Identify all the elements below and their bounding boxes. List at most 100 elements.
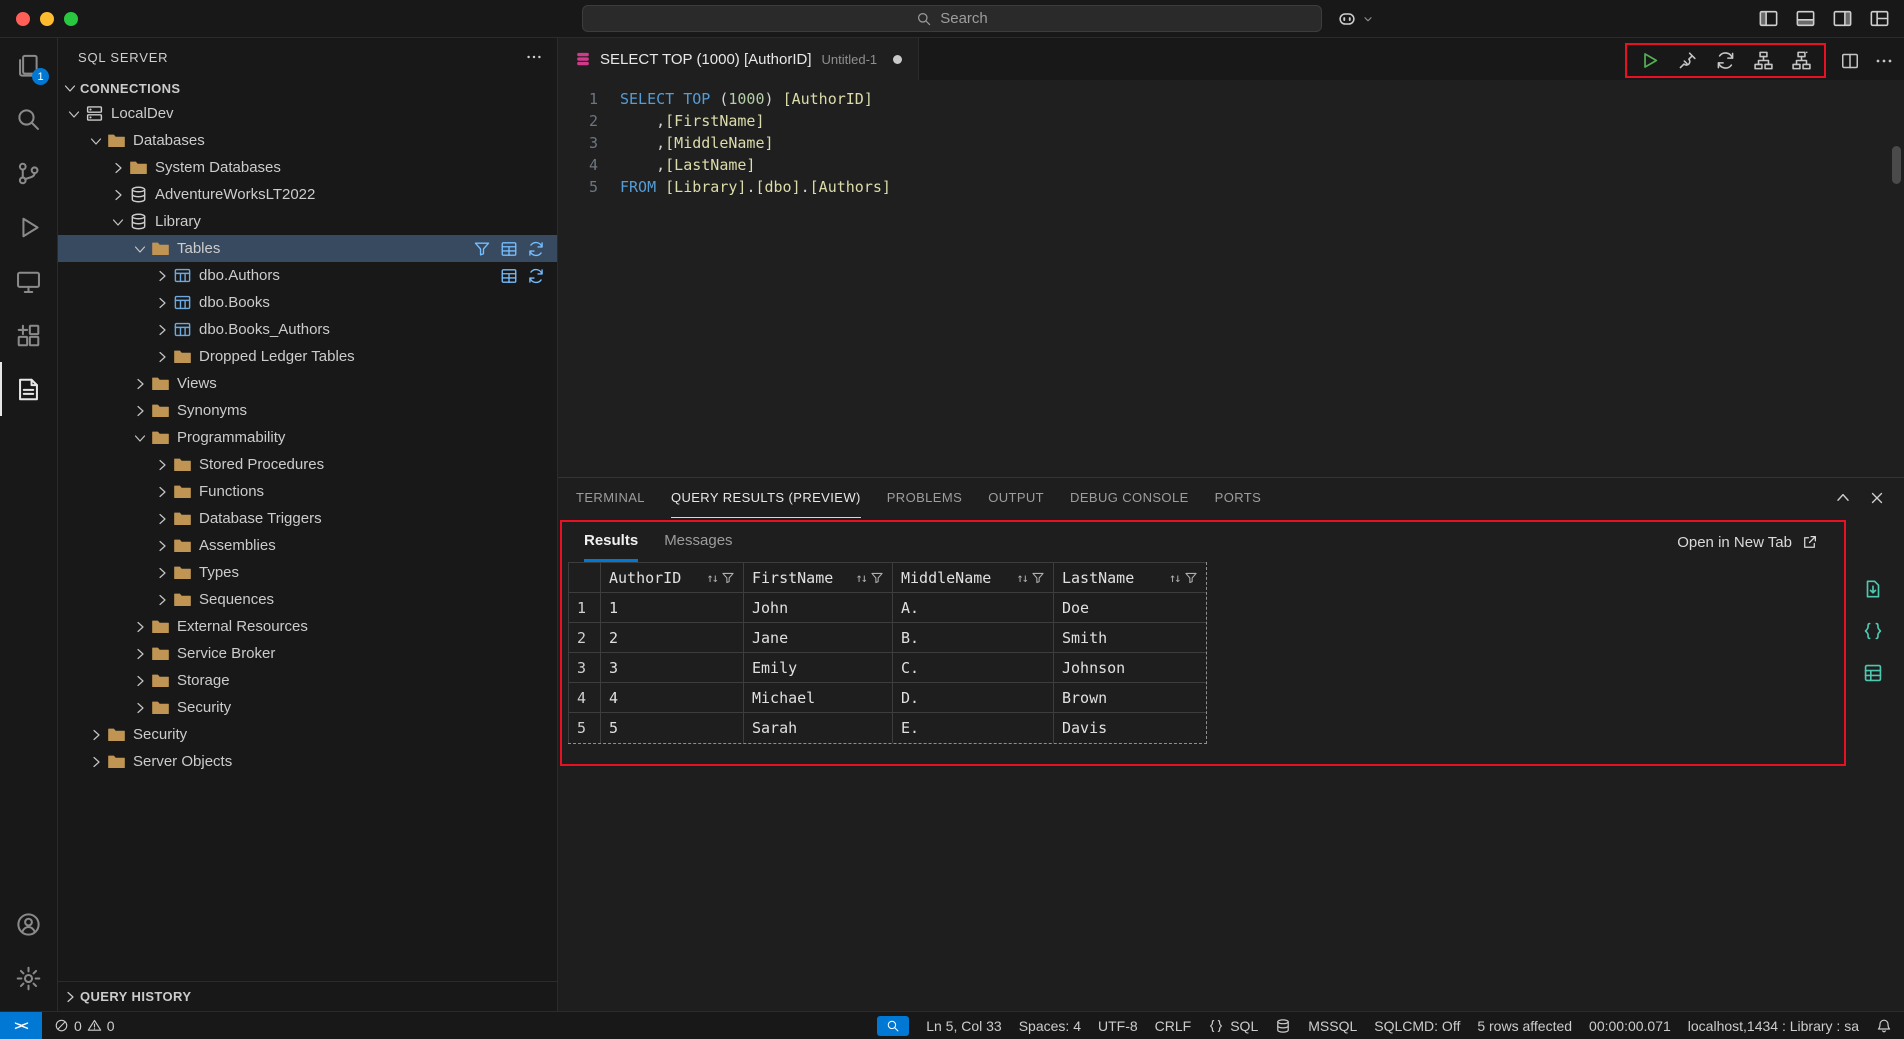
change-connection-button[interactable] (1715, 50, 1736, 71)
tree-item[interactable]: Assemblies (58, 532, 557, 559)
status-mssql[interactable]: MSSQL (1308, 1018, 1357, 1034)
status-encoding[interactable]: UTF-8 (1098, 1018, 1138, 1034)
activity-run-debug-button[interactable] (0, 200, 57, 254)
refresh-action-icon[interactable] (527, 240, 545, 258)
close-window-button[interactable] (16, 12, 30, 26)
command-center-search[interactable]: Search (582, 5, 1322, 32)
grid-cell[interactable]: A. (893, 593, 1054, 623)
remote-indicator[interactable]: >< (0, 1012, 42, 1039)
grid-cell[interactable]: 1 (601, 593, 744, 623)
status-server-connection[interactable]: localhost,1434 : Library : sa (1688, 1018, 1859, 1034)
toggle-panel-icon[interactable] (1795, 8, 1816, 29)
tree-item[interactable]: LocalDev (58, 100, 557, 127)
panel-tab-output[interactable]: OUTPUT (988, 478, 1044, 518)
grid-cell[interactable]: Emily (744, 653, 893, 683)
grid-cell[interactable]: Smith (1054, 623, 1206, 653)
table-action-icon[interactable] (500, 267, 518, 285)
tree-item[interactable]: Synonyms (58, 397, 557, 424)
split-editor-icon[interactable] (1840, 51, 1860, 71)
activity-remote-explorer-button[interactable] (0, 254, 57, 308)
grid-column-header[interactable]: MiddleName↑↓ (893, 563, 1054, 593)
grid-cell[interactable]: John (744, 593, 893, 623)
grid-cell[interactable]: 3 (601, 653, 744, 683)
activity-source-control-button[interactable] (0, 146, 57, 200)
filter-icon[interactable] (721, 571, 735, 585)
row-number-cell[interactable]: 5 (569, 713, 601, 743)
sort-icon[interactable]: ↑↓ (856, 571, 866, 585)
save-as-csv-button[interactable] (1862, 578, 1884, 600)
connect-button[interactable] (1677, 50, 1698, 71)
grid-cell[interactable]: Jane (744, 623, 893, 653)
grid-column-header[interactable]: LastName↑↓ (1054, 563, 1206, 593)
tree-item[interactable]: Storage (58, 667, 557, 694)
grid-cell[interactable]: Doe (1054, 593, 1206, 623)
tree-item[interactable]: External Resources (58, 613, 557, 640)
grid-column-header[interactable]: FirstName↑↓ (744, 563, 893, 593)
tree-item[interactable]: Server Objects (58, 748, 557, 775)
status-connection[interactable] (1275, 1018, 1291, 1034)
actual-plan-button[interactable] (1791, 50, 1812, 71)
grid-cell[interactable]: B. (893, 623, 1054, 653)
table-action-icon[interactable] (500, 240, 518, 258)
activity-extensions-button[interactable] (0, 308, 57, 362)
panel-tab-ports[interactable]: PORTS (1215, 478, 1262, 518)
panel-tab-debug-console[interactable]: DEBUG CONSOLE (1070, 478, 1189, 518)
filter-icon[interactable] (1031, 571, 1045, 585)
estimated-plan-button[interactable] (1753, 50, 1774, 71)
grid-cell[interactable]: 4 (601, 683, 744, 713)
tree-item[interactable]: Security (58, 721, 557, 748)
activity-explorer-button[interactable]: 1 (0, 38, 57, 92)
refresh-action-icon[interactable] (527, 267, 545, 285)
status-indentation[interactable]: Spaces: 4 (1019, 1018, 1081, 1034)
connections-section-header[interactable]: CONNECTIONS (58, 76, 557, 100)
status-elapsed-time[interactable]: 00:00:00.071 (1589, 1018, 1671, 1034)
query-history-section-header[interactable]: QUERY HISTORY (58, 981, 557, 1011)
status-quick-search[interactable] (877, 1016, 909, 1036)
code-editor[interactable]: 1SELECT TOP (1000) [AuthorID]2 ,[FirstNa… (558, 80, 1904, 477)
status-cursor-position[interactable]: Ln 5, Col 33 (926, 1018, 1002, 1034)
tree-item[interactable]: Dropped Ledger Tables (58, 343, 557, 370)
status-rows-affected[interactable]: 5 rows affected (1477, 1018, 1572, 1034)
panel-tab-problems[interactable]: PROBLEMS (887, 478, 962, 518)
copilot-menu[interactable] (1337, 9, 1375, 29)
grid-cell[interactable]: Michael (744, 683, 893, 713)
tree-item[interactable]: System Databases (58, 154, 557, 181)
panel-tab-query-results-preview-[interactable]: QUERY RESULTS (PREVIEW) (671, 478, 861, 518)
results-tab-results[interactable]: Results (584, 522, 638, 562)
tree-item[interactable]: Security (58, 694, 557, 721)
row-number-cell[interactable]: 1 (569, 593, 601, 623)
grid-cell[interactable]: Sarah (744, 713, 893, 743)
more-editor-actions-icon[interactable] (1874, 51, 1894, 71)
row-number-cell[interactable]: 4 (569, 683, 601, 713)
more-actions-icon[interactable] (525, 48, 543, 66)
grid-cell[interactable]: Johnson (1054, 653, 1206, 683)
toggle-secondary-sidebar-icon[interactable] (1832, 8, 1853, 29)
results-tab-messages[interactable]: Messages (664, 522, 732, 562)
tree-item[interactable]: Sequences (58, 586, 557, 613)
filter-icon[interactable] (870, 571, 884, 585)
save-as-excel-button[interactable] (1862, 662, 1884, 684)
activity-accounts-button[interactable] (0, 897, 57, 951)
grid-cell[interactable]: D. (893, 683, 1054, 713)
tree-item[interactable]: AdventureWorksLT2022 (58, 181, 557, 208)
tree-item[interactable]: Types (58, 559, 557, 586)
tree-item[interactable]: dbo.Authors (58, 262, 557, 289)
tree-item[interactable]: Views (58, 370, 557, 397)
open-in-new-tab-button[interactable]: Open in New Tab (1677, 534, 1818, 551)
problems-status[interactable]: 0 0 (42, 1018, 127, 1034)
run-query-button[interactable] (1639, 50, 1660, 71)
filter-icon[interactable] (1184, 571, 1198, 585)
maximize-panel-icon[interactable] (1834, 489, 1852, 507)
filter-action-icon[interactable] (473, 240, 491, 258)
tree-item[interactable]: Databases (58, 127, 557, 154)
save-as-json-button[interactable] (1862, 620, 1884, 642)
editor-scrollbar[interactable] (1892, 146, 1901, 184)
grid-cell[interactable]: 5 (601, 713, 744, 743)
zoom-window-button[interactable] (64, 12, 78, 26)
grid-cell[interactable]: C. (893, 653, 1054, 683)
sort-icon[interactable]: ↑↓ (1169, 571, 1179, 585)
editor-tab[interactable]: SELECT TOP (1000) [AuthorID] Untitled-1 (558, 38, 919, 80)
grid-cell[interactable]: 2 (601, 623, 744, 653)
tree-item[interactable]: dbo.Books_Authors (58, 316, 557, 343)
tree-item[interactable]: Functions (58, 478, 557, 505)
